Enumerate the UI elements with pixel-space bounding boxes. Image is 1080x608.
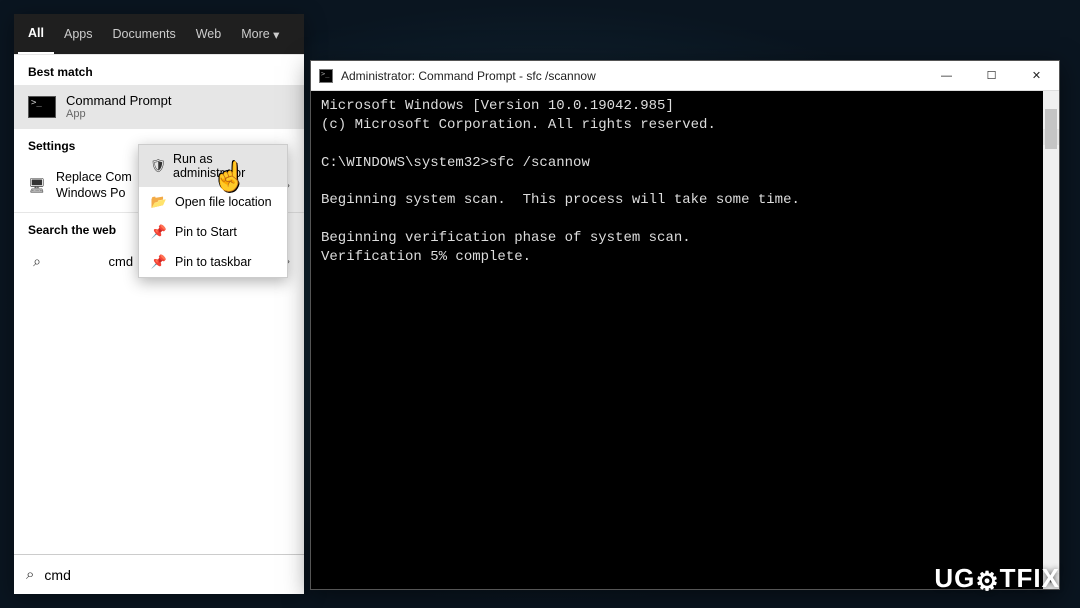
admin-icon: 🛡: [149, 158, 167, 174]
close-button[interactable]: ✕: [1014, 61, 1059, 91]
folder-icon: 📂: [149, 194, 169, 210]
search-panel: All Apps Documents Web More ▾ Best match…: [14, 14, 304, 594]
cm-label: Pin to taskbar: [175, 255, 251, 269]
search-icon: ⌕: [28, 253, 46, 270]
tab-more[interactable]: More ▾: [231, 14, 289, 54]
cmd-icon: [319, 69, 333, 83]
cmd-icon: [28, 96, 56, 118]
titlebar[interactable]: Administrator: Command Prompt - sfc /sca…: [311, 61, 1059, 91]
web-query-text: cmd: [109, 254, 134, 269]
cm-pin-to-taskbar[interactable]: 📌 Pin to taskbar: [139, 247, 287, 277]
cm-label: Open file location: [175, 195, 272, 209]
best-match-item[interactable]: Command Prompt App: [14, 85, 304, 128]
window-title: Administrator: Command Prompt - sfc /sca…: [341, 69, 924, 83]
tab-all[interactable]: All: [18, 14, 54, 54]
search-input-row: ⌕: [14, 554, 304, 594]
minimize-button[interactable]: —: [924, 61, 969, 91]
cm-pin-to-start[interactable]: 📌 Pin to Start: [139, 217, 287, 247]
best-match-header: Best match: [14, 54, 304, 85]
pin-start-icon: 📌: [149, 224, 169, 240]
best-match-title: Command Prompt: [66, 93, 171, 108]
tab-more-label: More: [241, 27, 269, 41]
tab-apps[interactable]: Apps: [54, 14, 103, 54]
scroll-thumb[interactable]: [1045, 109, 1057, 149]
monitor-icon: 🖥: [28, 177, 46, 194]
maximize-button[interactable]: ☐: [969, 61, 1014, 91]
cmd-window: Administrator: Command Prompt - sfc /sca…: [310, 60, 1060, 590]
scrollbar[interactable]: ▲ ▼: [1043, 91, 1059, 589]
watermark: UG⚙TFIX: [934, 563, 1060, 594]
cursor-pointer-icon: ☝: [212, 160, 247, 193]
tab-web[interactable]: Web: [186, 14, 231, 54]
search-icon: ⌕: [26, 566, 34, 583]
best-match-subtitle: App: [66, 108, 171, 120]
search-input[interactable]: [44, 567, 292, 583]
pin-taskbar-icon: 📌: [149, 254, 169, 270]
terminal-output[interactable]: Microsoft Windows [Version 10.0.19042.98…: [311, 91, 1059, 589]
tab-documents[interactable]: Documents: [102, 14, 185, 54]
cm-label: Pin to Start: [175, 225, 237, 239]
terminal-text: Microsoft Windows [Version 10.0.19042.98…: [321, 98, 800, 265]
search-tabs: All Apps Documents Web More ▾: [14, 14, 304, 54]
gear-icon: ⚙: [975, 566, 999, 597]
